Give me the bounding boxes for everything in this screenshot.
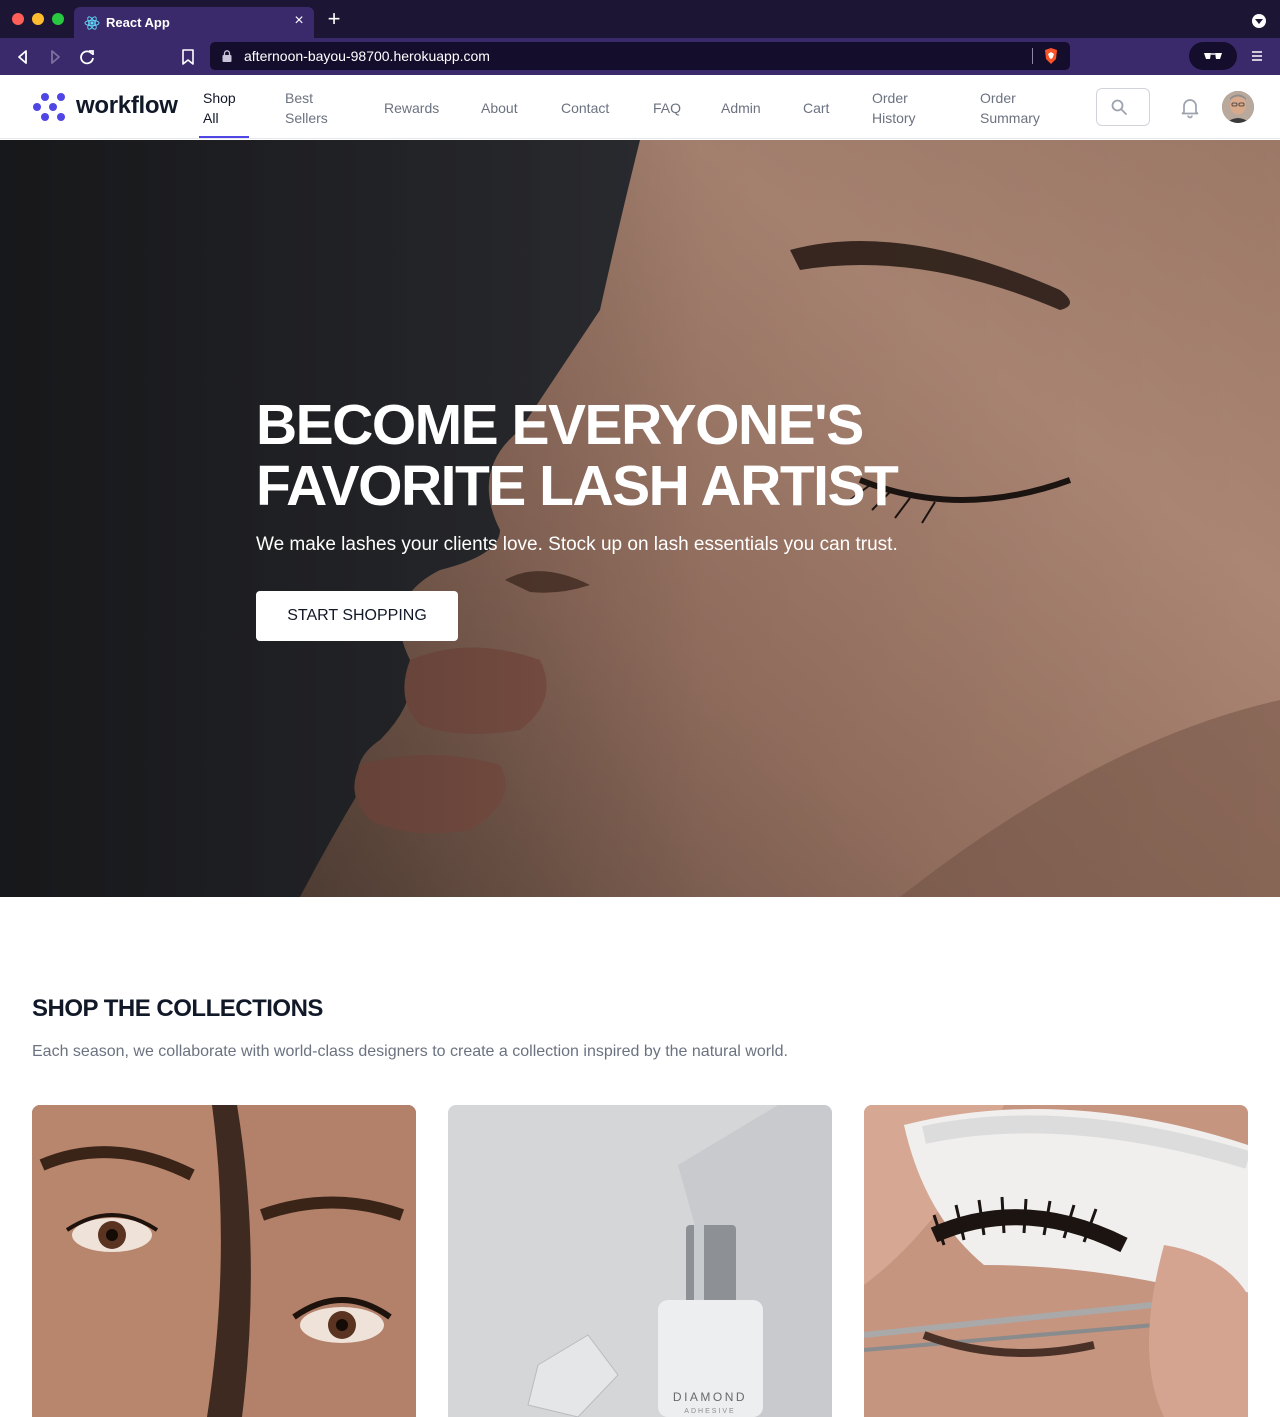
tab-list-icon[interactable] [1252, 14, 1266, 28]
tab-title: React App [106, 15, 170, 30]
react-icon [84, 16, 100, 30]
logo-text[interactable]: workflow [76, 92, 178, 120]
nav-link-admin[interactable]: Admin [721, 98, 761, 118]
start-shopping-button[interactable]: START SHOPPING [256, 591, 458, 641]
back-icon[interactable] [12, 46, 34, 68]
address-toolbar: afternoon-bayou-98700.herokuapp.com [0, 38, 1280, 75]
active-nav-indicator [199, 136, 249, 138]
collection-card-2[interactable]: DIAMOND ADHESIVE [448, 1105, 832, 1417]
collection-image-eyes [32, 1105, 416, 1417]
extension-button[interactable] [1189, 42, 1237, 70]
collection-card-3[interactable] [864, 1105, 1248, 1417]
nav-link-rewards[interactable]: Rewards [384, 98, 439, 118]
bookmark-icon[interactable] [177, 46, 199, 68]
hero-title: BECOME EVERYONE'S FAVORITE LASH ARTIST [256, 393, 899, 518]
user-photo [1222, 91, 1254, 123]
sunglasses-icon [1204, 53, 1222, 59]
nav-link-about[interactable]: About [481, 98, 518, 118]
collection-image-application [864, 1105, 1248, 1417]
collection-image-adhesive: DIAMOND ADHESIVE [448, 1105, 832, 1417]
search-icon [1111, 99, 1127, 115]
lock-icon [222, 50, 232, 62]
nav-link-contact[interactable]: Contact [561, 98, 609, 118]
close-tab-icon[interactable]: × [290, 12, 308, 30]
site-header: workflow Shop All Best Sellers Rewards A… [0, 75, 1280, 139]
minimize-window-button[interactable] [32, 13, 44, 25]
bell-icon[interactable] [1178, 95, 1202, 119]
nav-link-faq[interactable]: FAQ [653, 98, 681, 118]
avatar[interactable] [1222, 91, 1254, 123]
collections-heading: SHOP THE COLLECTIONS [32, 995, 323, 1022]
collection-card-1[interactable] [32, 1105, 416, 1417]
divider [1032, 48, 1033, 64]
nav-link-cart[interactable]: Cart [803, 98, 829, 118]
nav-link-order-summary[interactable]: Order Summary [980, 88, 1050, 128]
browser-menu-icon[interactable] [1251, 50, 1263, 62]
new-tab-button[interactable]: + [324, 8, 344, 30]
browser-tab[interactable]: React App × [74, 7, 314, 38]
browser-tab-bar: React App × + [0, 0, 1280, 38]
search-button[interactable] [1096, 88, 1150, 126]
workflow-logo-icon[interactable] [32, 91, 66, 123]
bottle-sublabel-text: ADHESIVE [684, 1408, 735, 1415]
nav-link-shop-all[interactable]: Shop All [203, 88, 247, 128]
close-window-button[interactable] [12, 13, 24, 25]
reload-icon[interactable] [76, 46, 98, 68]
nav-link-best-sellers[interactable]: Best Sellers [285, 88, 341, 128]
url-text: afternoon-bayou-98700.herokuapp.com [244, 48, 490, 64]
hero-subtitle: We make lashes your clients love. Stock … [256, 534, 898, 555]
collections-description: Each season, we collaborate with world-c… [32, 1043, 788, 1060]
forward-icon[interactable] [44, 46, 66, 68]
nav-link-order-history[interactable]: Order History [872, 88, 928, 128]
address-bar[interactable]: afternoon-bayou-98700.herokuapp.com [210, 42, 1070, 70]
hero-banner: BECOME EVERYONE'S FAVORITE LASH ARTIST W… [0, 140, 1280, 897]
brave-shield-icon[interactable] [1042, 47, 1060, 65]
bottle-label-text: DIAMOND [673, 1390, 747, 1404]
hero-photo [0, 140, 1280, 897]
maximize-window-button[interactable] [52, 13, 64, 25]
